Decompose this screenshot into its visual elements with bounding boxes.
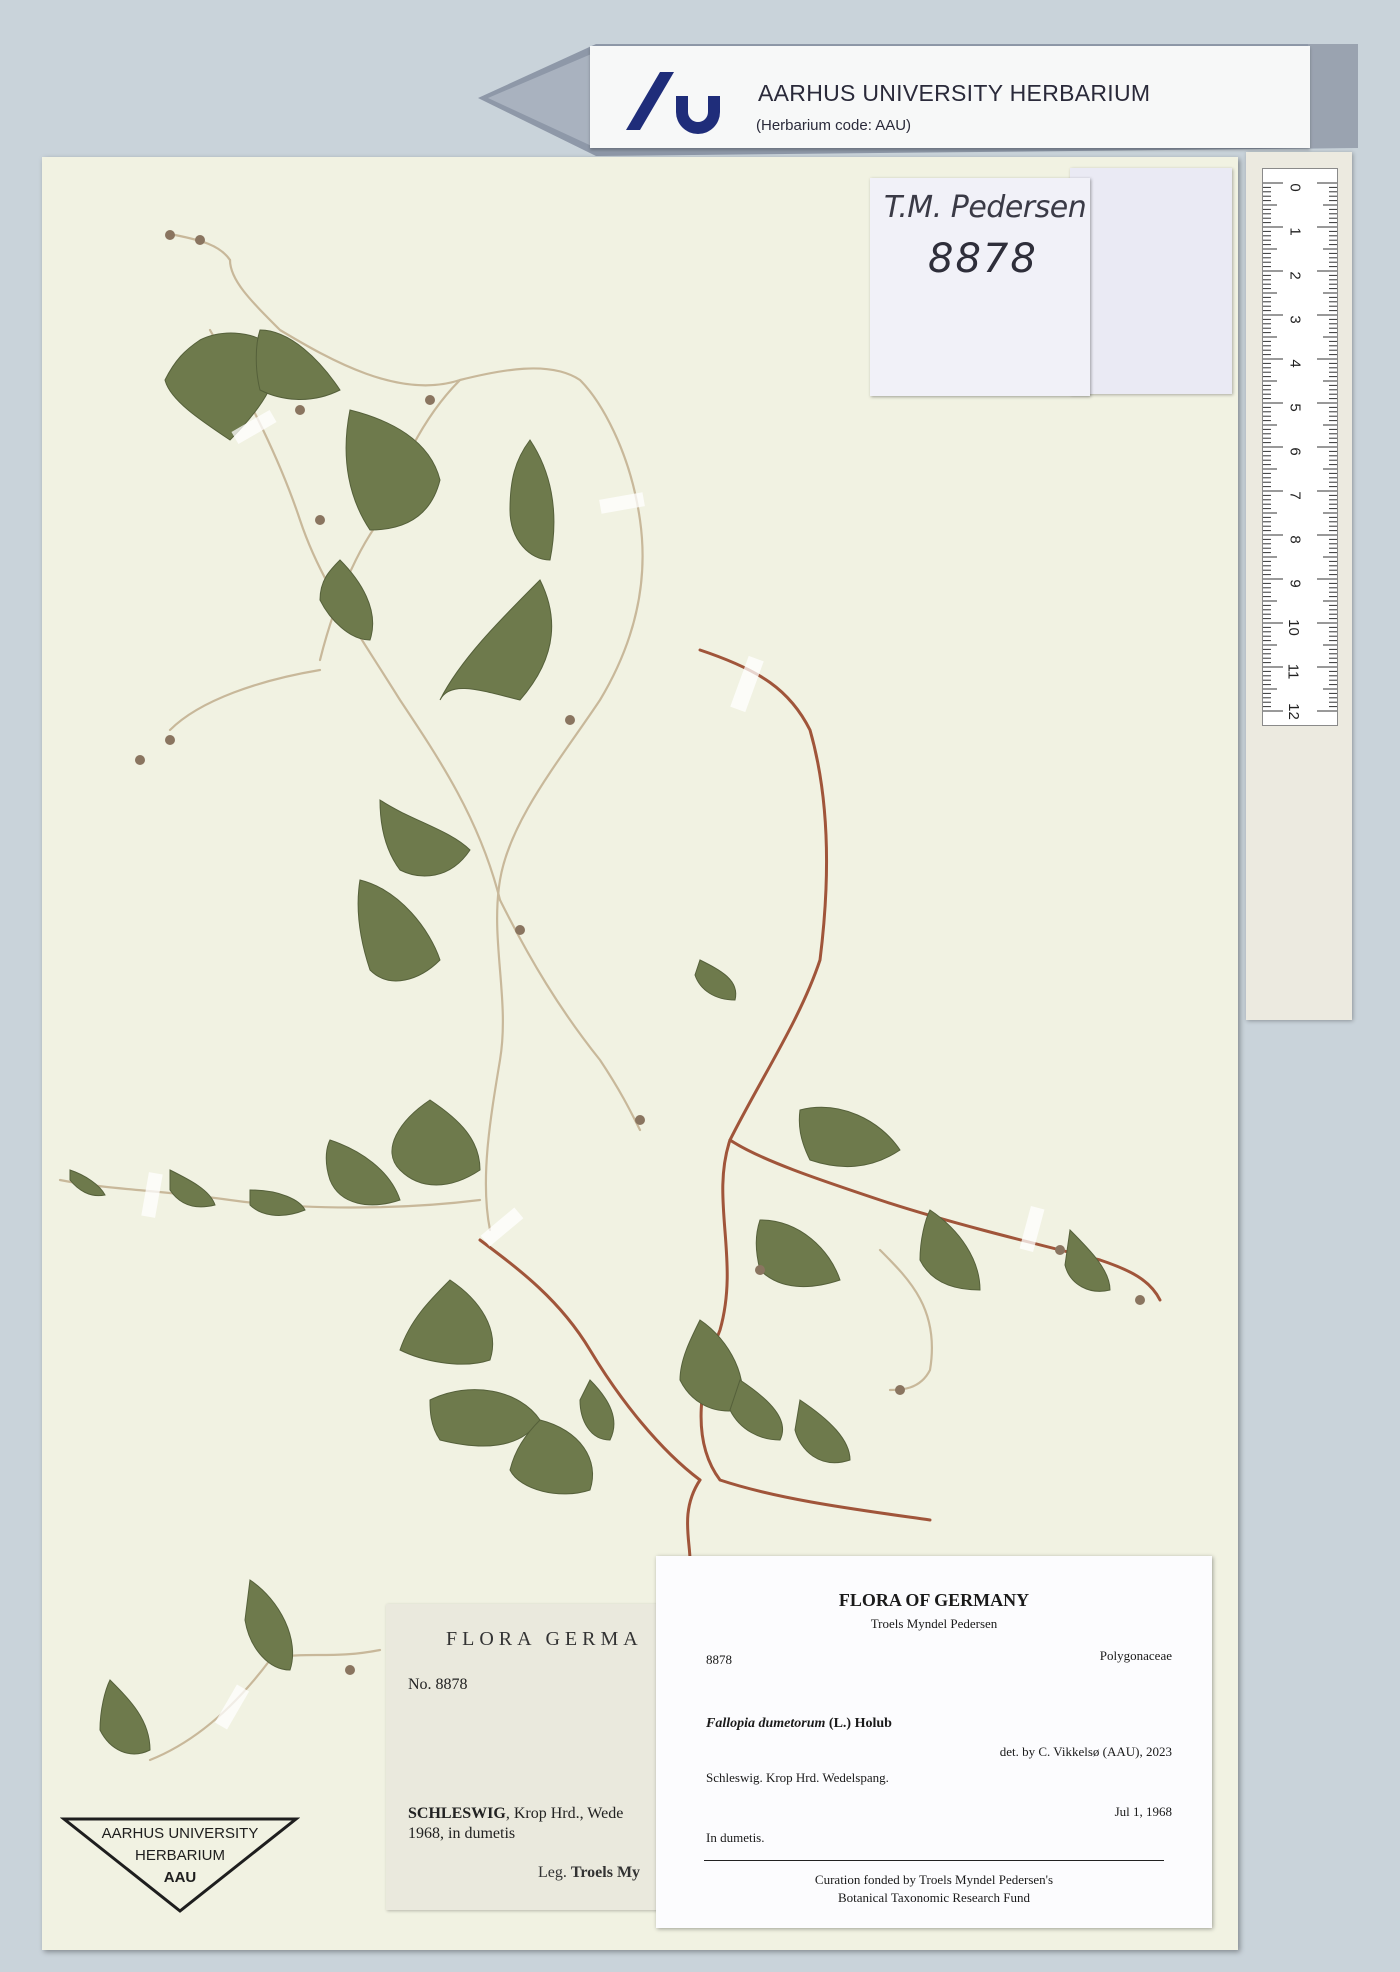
collector-envelope xyxy=(1070,168,1232,394)
original-label-leg-prefix: Leg. xyxy=(538,1864,571,1881)
plant-fruit-clusters xyxy=(135,230,1145,1675)
collector-number: 8878 xyxy=(928,236,1038,282)
collector-label: T.M. Pedersen 8878 xyxy=(870,178,1090,396)
det-label-habitat: In dumetis. xyxy=(706,1830,765,1845)
det-label-footer-line1: Curation fonded by Troels Myndel Pederse… xyxy=(814,1872,1054,1887)
det-label-determiner: det. by C. Vikkelsø (AAU), 2023 xyxy=(999,1744,1172,1759)
plant-leaves xyxy=(69,329,1111,1755)
original-label-place: , Krop Hrd., Wede xyxy=(505,1805,624,1822)
original-label-date-habitat: 1968, in dumetis xyxy=(408,1825,516,1842)
original-label-title: FLORA GERMA xyxy=(446,1628,643,1650)
original-label-leg: Leg. Troels My xyxy=(538,1864,640,1882)
aau-stamp: AARHUS UNIVERSITY HERBARIUM AAU xyxy=(60,1815,300,1915)
stamp-line2: HERBARIUM xyxy=(134,1847,225,1864)
det-label-species: Fallopia dumetorum xyxy=(706,1716,826,1731)
det-label-taxon: Fallopia dumetorum (L.) Holub xyxy=(706,1716,892,1732)
det-label-title: FLORA OF GERMANY xyxy=(838,1590,1030,1610)
stamp-line3: AAU xyxy=(163,1869,197,1886)
det-label-collector: Troels Myndel Pedersen xyxy=(870,1616,998,1631)
det-label-locality: Schleswig. Krop Hrd. Wedelspang. xyxy=(706,1770,889,1785)
det-label-authority: (L.) Holub xyxy=(825,1716,892,1731)
det-label-footer-line2: Botanical Taxonomic Research Fund xyxy=(838,1890,1030,1905)
determination-label: FLORA OF GERMANY Troels Myndel Pedersen … xyxy=(656,1556,1212,1928)
det-label-family: Polygonaceae xyxy=(1099,1648,1172,1663)
det-label-divider xyxy=(704,1860,1164,1861)
plant-tendrils xyxy=(58,233,934,1762)
original-label-leg-name: Troels My xyxy=(570,1864,641,1881)
det-label-number: 8878 xyxy=(706,1652,732,1667)
det-label-date: Jul 1, 1968 xyxy=(1114,1804,1172,1819)
collector-name: T.M. Pedersen xyxy=(884,190,1087,225)
original-label: FLORA GERMA No. 8878 SCHLESWIG, Krop Hrd… xyxy=(386,1604,696,1910)
original-label-region: SCHLESWIG xyxy=(408,1805,506,1822)
stamp-line1: AARHUS UNIVERSITY xyxy=(101,1825,259,1842)
original-label-number: No. 8878 xyxy=(408,1676,468,1693)
